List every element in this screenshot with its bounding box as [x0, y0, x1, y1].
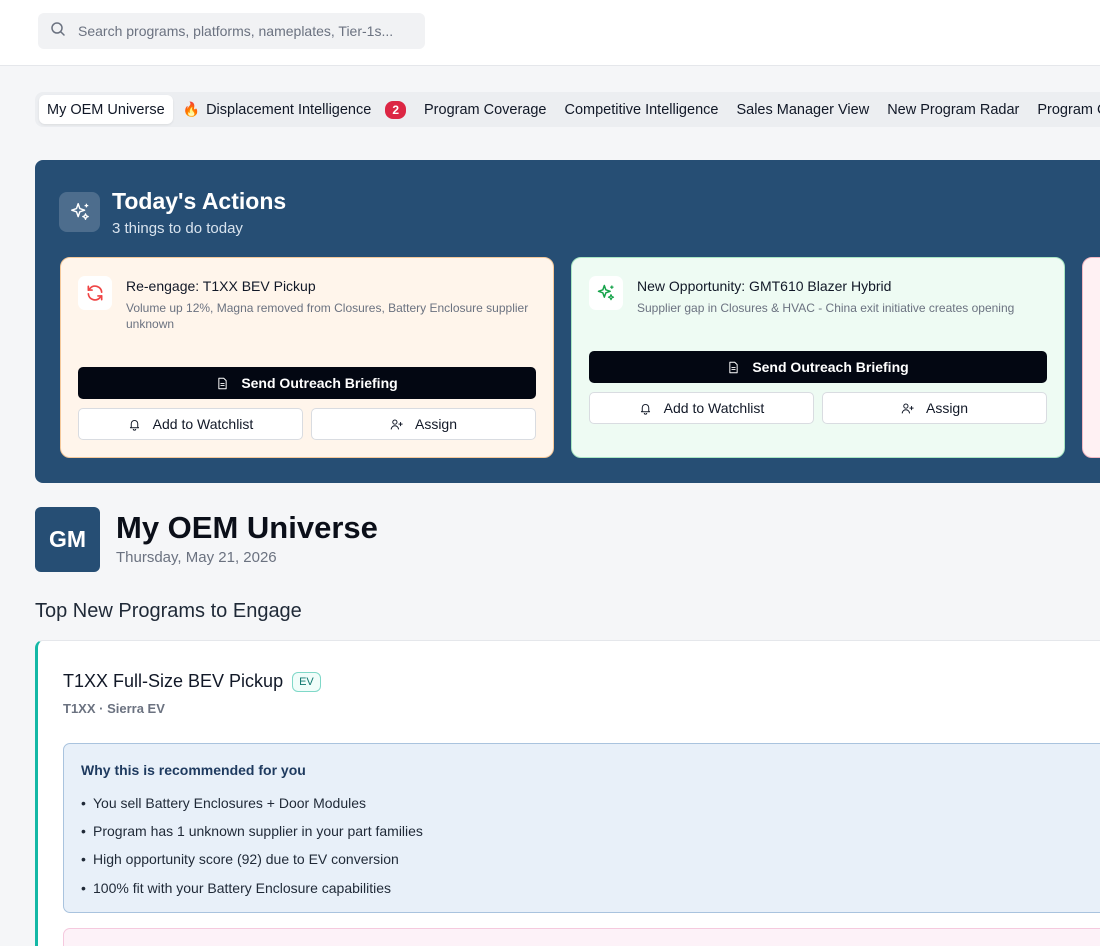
bell-icon	[640, 403, 650, 415]
button-label: Send Outreach Briefing	[752, 359, 909, 375]
reason-text: High opportunity score (92) due to EV co…	[93, 851, 399, 868]
button-label: Send Outreach Briefing	[241, 375, 398, 391]
top-bar	[0, 0, 1100, 66]
tab-label: Program Coverage	[424, 101, 547, 118]
program-card[interactable]: T1XX Full-Size BEV Pickup EV T1XX · Sier…	[35, 640, 1100, 946]
reason-text: You sell Battery Enclosures + Door Modul…	[93, 795, 367, 812]
add-to-watchlist-button[interactable]: Add to Watchlist	[78, 408, 303, 440]
button-label: Add to Watchlist	[663, 400, 765, 416]
tab-label: Program C	[1037, 101, 1100, 118]
list-item: • 100% fit with your Battery Enclosure ca…	[81, 879, 392, 896]
list-item: • High opportunity score (92) due to EV c…	[81, 851, 399, 868]
tab-sales-manager-view[interactable]: Sales Manager View	[728, 95, 877, 124]
button-label: Add to Watchlist	[152, 416, 254, 432]
sparkles-icon	[59, 192, 100, 232]
button-label: Assign	[925, 400, 969, 416]
actions-subtitle: 3 things to do today	[112, 220, 243, 237]
page-title: My OEM Universe	[116, 510, 378, 545]
ev-tag: EV	[292, 671, 321, 692]
action-card-third	[1082, 257, 1100, 458]
search-box[interactable]	[38, 13, 425, 49]
search-input[interactable]	[78, 23, 408, 39]
todays-actions-panel: Today's Actions 3 things to do today Re-…	[35, 160, 1100, 483]
secondary-info-box	[63, 928, 1100, 946]
tab-program-c[interactable]: Program C	[1029, 95, 1100, 124]
user-plus-icon	[390, 418, 403, 429]
flame-icon: 🔥	[182, 101, 201, 117]
send-outreach-briefing-button[interactable]: Send Outreach Briefing	[589, 351, 1047, 383]
tab-bar: My OEM Universe 🔥 Displacement Intellige…	[35, 92, 1100, 127]
avatar: GM	[35, 507, 100, 572]
document-icon	[729, 361, 738, 373]
tab-competitive-intelligence[interactable]: Competitive Intelligence	[557, 95, 727, 124]
bell-icon	[129, 419, 139, 431]
refresh-icon	[78, 276, 112, 310]
page-date: Thursday, May 21, 2026	[116, 549, 277, 566]
program-title: T1XX Full-Size BEV Pickup	[63, 671, 284, 691]
add-to-watchlist-button[interactable]: Add to Watchlist	[589, 392, 814, 424]
tab-label: My OEM Universe	[47, 101, 165, 118]
tab-label: Displacement Intelligence	[206, 101, 372, 118]
sparkles-icon	[589, 276, 623, 310]
tab-label: New Program Radar	[887, 101, 1020, 118]
reason-text: Program has 1 unknown supplier in your p…	[93, 823, 423, 840]
action-card-title: Re-engage: T1XX BEV Pickup	[126, 278, 316, 294]
assign-button[interactable]: Assign	[311, 408, 536, 440]
search-icon	[50, 21, 66, 42]
recommendation-box: Why this is recommended for you • You sel…	[63, 743, 1100, 913]
list-item: • You sell Battery Enclosures + Door Modu…	[81, 795, 367, 812]
button-label: Assign	[414, 416, 458, 432]
tab-program-coverage[interactable]: Program Coverage	[416, 95, 555, 124]
action-card-description: Volume up 12%, Magna removed from Closur…	[126, 301, 529, 331]
actions-title: Today's Actions	[112, 188, 287, 214]
action-card-title: New Opportunity: GMT610 Blazer Hybrid	[637, 278, 892, 294]
tab-my-oem-universe[interactable]: My OEM Universe	[39, 95, 173, 124]
tab-label: Competitive Intelligence	[564, 101, 719, 118]
program-subtitle: T1XX · Sierra EV	[63, 701, 165, 716]
assign-button[interactable]: Assign	[822, 392, 1047, 424]
recommendation-title: Why this is recommended for you	[81, 762, 306, 778]
reason-list: • You sell Battery Enclosures + Door Modu…	[81, 789, 423, 902]
send-outreach-briefing-button[interactable]: Send Outreach Briefing	[78, 367, 536, 399]
action-card-reengage: Re-engage: T1XX BEV Pickup Volume up 12%…	[60, 257, 554, 458]
reason-text: 100% fit with your Battery Enclosure cap…	[93, 879, 392, 896]
action-card-new-opportunity: New Opportunity: GMT610 Blazer Hybrid Su…	[571, 257, 1065, 458]
tab-label: Sales Manager View	[736, 101, 870, 118]
program-title-row: T1XX Full-Size BEV Pickup EV	[63, 671, 321, 692]
tab-new-program-radar[interactable]: New Program Radar	[879, 95, 1027, 124]
document-icon	[218, 377, 227, 389]
section-title: Top New Programs to Engage	[35, 600, 302, 622]
action-card-description: Supplier gap in Closures & HVAC - China …	[637, 301, 1015, 315]
user-plus-icon	[901, 402, 914, 413]
count-badge: 2	[385, 100, 406, 119]
tab-displacement-intelligence[interactable]: 🔥 Displacement Intelligence 2	[175, 95, 414, 124]
list-item: • Program has 1 unknown supplier in your …	[81, 823, 423, 840]
